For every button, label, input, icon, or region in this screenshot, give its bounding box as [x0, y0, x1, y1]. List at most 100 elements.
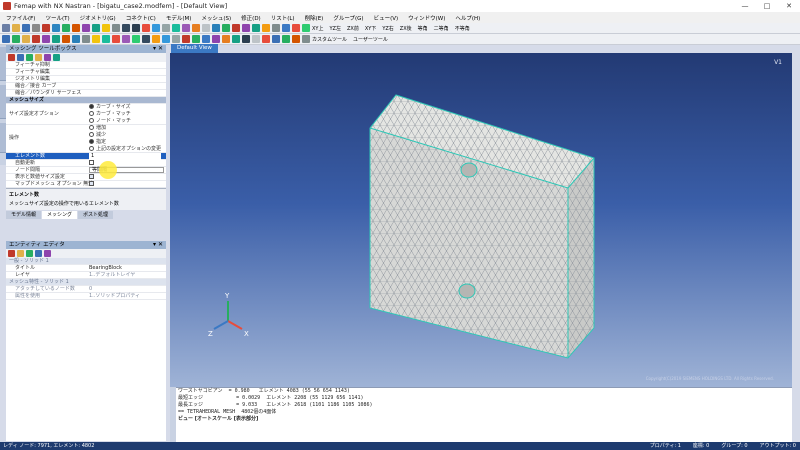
analyze-icon[interactable]	[112, 24, 120, 32]
minimize-button[interactable]: —	[734, 0, 756, 12]
tool-combine-boundary-surface[interactable]: 縮合／パウンダリ サーフェス	[6, 90, 166, 97]
mesh-size-section[interactable]: メッシュサイズ	[6, 97, 166, 104]
panel-pin-icon[interactable]: ▾ ✕	[153, 241, 163, 249]
user-tools-button[interactable]: ユーザーツール	[353, 36, 388, 43]
element-count-input[interactable]: 1	[89, 153, 161, 160]
layer-icon[interactable]	[212, 24, 220, 32]
size-option-node-match[interactable]: ノード・マッチ	[89, 118, 131, 125]
mapped-mesh-checkbox[interactable]	[89, 181, 94, 186]
tab-meshing[interactable]: メッシング	[42, 210, 78, 219]
view-trimetric[interactable]: 不等角	[455, 25, 470, 32]
measure-icon[interactable]	[252, 24, 260, 32]
menu-file[interactable]: ファイル(F)	[6, 14, 35, 22]
set-icon[interactable]	[162, 35, 170, 43]
tab-post-processing[interactable]: ポスト処理	[78, 210, 114, 219]
mesh-icon[interactable]	[72, 24, 80, 32]
new-icon[interactable]	[2, 24, 10, 32]
show-entity-icon[interactable]	[22, 35, 30, 43]
meshing-tool-icon[interactable]	[8, 54, 15, 61]
color-icon[interactable]	[262, 24, 270, 32]
list-icon[interactable]	[242, 24, 250, 32]
view-isometric[interactable]: 等角	[418, 25, 428, 32]
delete-icon[interactable]	[232, 24, 240, 32]
redo-icon[interactable]	[52, 24, 60, 32]
group-icon[interactable]	[202, 24, 210, 32]
view-yz-right[interactable]: YZ右	[382, 25, 393, 32]
surface-icon[interactable]	[72, 35, 80, 43]
select-icon[interactable]	[122, 24, 130, 32]
menu-tools[interactable]: ツール(T)	[45, 14, 69, 22]
entity-select-icon[interactable]	[222, 24, 230, 32]
view-dimetric[interactable]: 二等角	[434, 25, 449, 32]
menu-window[interactable]: ウィンドウ(W)	[408, 14, 445, 22]
tool-feature-edit[interactable]: フィーチャ編集	[6, 69, 166, 76]
rotate-icon[interactable]	[132, 24, 140, 32]
maximize-button[interactable]: □	[756, 0, 778, 12]
entity-add-icon[interactable]	[17, 250, 24, 257]
snap-icon[interactable]	[242, 35, 250, 43]
autoscale-icon[interactable]	[162, 24, 170, 32]
entity-options-icon[interactable]	[44, 250, 51, 257]
meshing-visible-icon[interactable]	[44, 54, 51, 61]
view-xy-top[interactable]: XY上	[312, 25, 323, 32]
entity-apply-icon[interactable]	[26, 250, 33, 257]
output-icon[interactable]	[182, 35, 190, 43]
zoom-icon[interactable]	[152, 24, 160, 32]
tool-geometry-edit[interactable]: ジオメトリ編集	[6, 76, 166, 83]
filter-icon[interactable]	[42, 35, 50, 43]
preferences-icon[interactable]	[262, 35, 270, 43]
menu-geometry[interactable]: ジオメトリ(G)	[80, 14, 116, 22]
tool-feature-suppression[interactable]: フィーチャ抑制	[6, 62, 166, 69]
tool-combine-curve[interactable]: 縮合／接合 カーブ	[6, 83, 166, 90]
element-count-row[interactable]: エレメント数 1	[6, 153, 166, 160]
menu-model[interactable]: モデル(M)	[166, 14, 192, 22]
point-icon[interactable]	[52, 35, 60, 43]
view-xy-bottom[interactable]: XY下	[365, 25, 376, 32]
auto-update-checkbox[interactable]	[89, 160, 94, 165]
constraint-icon[interactable]	[102, 24, 110, 32]
grid-icon[interactable]	[252, 35, 260, 43]
regenerate-icon[interactable]	[292, 35, 300, 43]
size-option-curve-match[interactable]: カーブ・マッチ	[89, 111, 131, 118]
post-icon[interactable]	[192, 24, 200, 32]
tab-model-info[interactable]: モデル情報	[6, 210, 42, 219]
solid-icon[interactable]	[82, 35, 90, 43]
render-icon[interactable]	[172, 24, 180, 32]
view-yz-left[interactable]: YZ左	[329, 25, 340, 32]
menu-help[interactable]: ヘルプ(H)	[455, 14, 480, 22]
chart-icon[interactable]	[202, 35, 210, 43]
coordinate-icon[interactable]	[122, 35, 130, 43]
text-icon[interactable]	[152, 35, 160, 43]
menu-delete[interactable]: 削除(E)	[305, 14, 324, 22]
entity-select-tool-icon[interactable]	[8, 250, 15, 257]
connection-icon[interactable]	[132, 35, 140, 43]
api-icon[interactable]	[222, 35, 230, 43]
save-icon[interactable]	[22, 24, 30, 32]
operation-decrease[interactable]: 減少	[89, 132, 161, 139]
menu-list[interactable]: リスト(L)	[271, 14, 295, 22]
menu-view[interactable]: ビュー(V)	[374, 14, 399, 22]
workplane-icon[interactable]	[272, 24, 280, 32]
size-option-curve-size[interactable]: カーブ・サイズ	[89, 104, 131, 111]
meshing-run-icon[interactable]	[53, 54, 60, 61]
open-icon[interactable]	[12, 24, 20, 32]
operation-change-options[interactable]: 上記の設定オプションの変更	[89, 146, 161, 153]
element-icon[interactable]	[102, 35, 110, 43]
graphics-viewport[interactable]: V1 Z Y X Copyright(C)2019 SIEMENS HOLDIN…	[170, 53, 792, 387]
curve-icon[interactable]	[62, 35, 70, 43]
menu-connect[interactable]: コネクト(C)	[126, 14, 156, 22]
display-size-checkbox[interactable]	[89, 174, 94, 179]
freebody-icon[interactable]	[192, 35, 200, 43]
view-zx-front[interactable]: ZX前	[347, 25, 359, 32]
material-icon[interactable]	[112, 35, 120, 43]
options-icon[interactable]	[302, 35, 310, 43]
menu-mesh[interactable]: メッシュ(S)	[201, 14, 231, 22]
node-icon[interactable]	[92, 35, 100, 43]
function-icon[interactable]	[142, 35, 150, 43]
program-icon[interactable]	[232, 35, 240, 43]
messages-side-tab[interactable]	[170, 387, 176, 442]
meshing-add-icon[interactable]	[17, 54, 24, 61]
menu-group[interactable]: グループ(G)	[333, 14, 363, 22]
meshing-settings-icon[interactable]	[35, 54, 42, 61]
front-view-icon[interactable]	[302, 24, 310, 32]
